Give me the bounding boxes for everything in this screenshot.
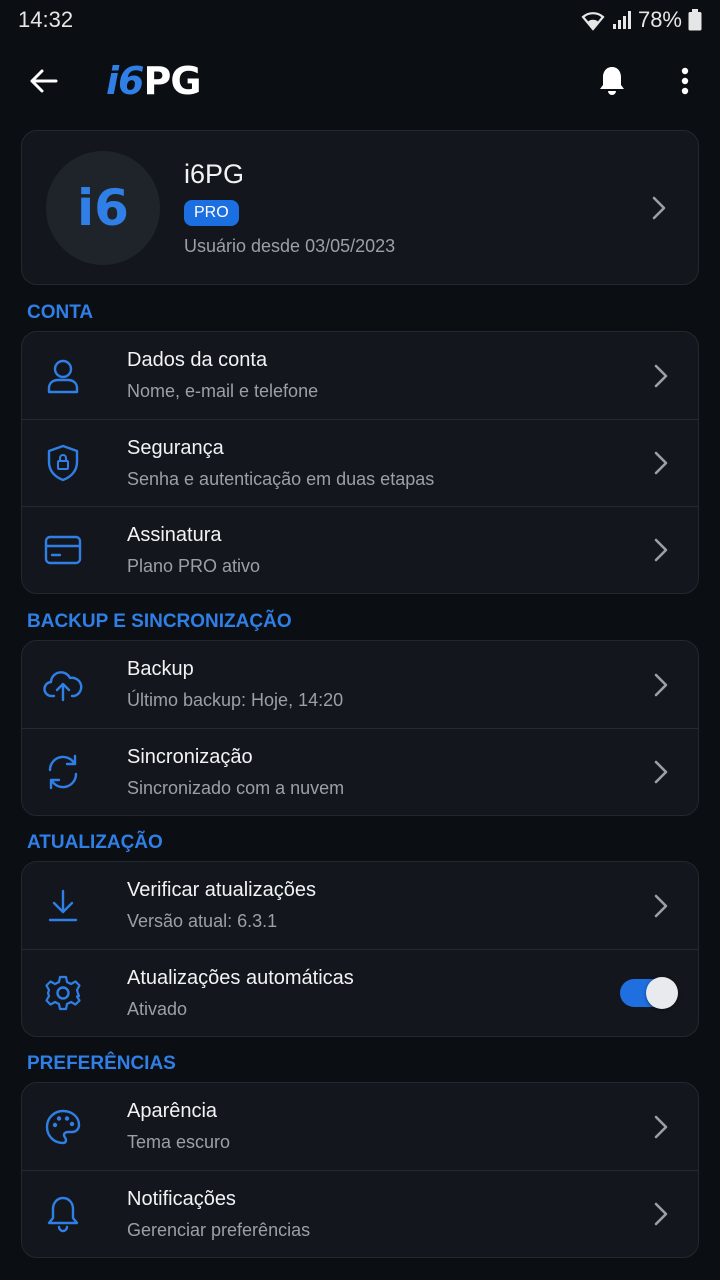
chevron-right-icon <box>646 757 676 787</box>
item-title: Assinatura <box>127 523 222 546</box>
item-subtitle: Último backup: Hoje, 14:20 <box>127 690 344 710</box>
chevron-right-icon <box>646 361 676 391</box>
chevron-right-icon <box>646 891 676 921</box>
chevron-right-icon <box>646 535 676 565</box>
item-subtitle: Gerenciar preferências <box>127 1219 311 1240</box>
wifi-icon <box>580 9 606 31</box>
section-title-atualizacao: ATUALIZAÇÃO <box>27 832 163 853</box>
chevron-right-icon <box>646 448 676 478</box>
list-item-notificacoes[interactable]: Notificações Gerenciar preferências <box>22 1170 698 1257</box>
profile-name: i6PG <box>184 158 245 189</box>
list-item-seguranca[interactable]: Segurança Senha e autenticação em duas e… <box>22 419 698 506</box>
app-bar: i6 PG <box>0 40 720 122</box>
toggle-knob <box>646 977 678 1009</box>
battery-percent: 78% <box>637 7 682 32</box>
chevron-right-icon <box>646 1112 676 1142</box>
status-time: 14:32 <box>18 7 74 32</box>
logo-part-pg: PG <box>143 59 201 103</box>
list-item-backup[interactable]: Backup Último backup: Hoje, 14:20 <box>22 641 698 728</box>
section-title-backup: BACKUP E SINCRONIZAÇÃO <box>27 611 292 632</box>
list-item-verificar-atualizacoes[interactable]: Verificar atualizações Versão atual: 6.3… <box>22 862 698 949</box>
conta-card: Dados da conta Nome, e-mail e telefone S… <box>21 331 699 594</box>
item-title: Sincronização <box>127 745 253 768</box>
status-bar: 14:32 78% <box>0 0 720 40</box>
list-item-sincronizacao[interactable]: Sincronização Sincronizado com a nuvem <box>22 728 698 815</box>
battery-icon <box>688 9 702 31</box>
palette-icon <box>42 1106 84 1148</box>
list-item-dados-da-conta[interactable]: Dados da conta Nome, e-mail e telefone <box>22 332 698 419</box>
chevron-right-icon <box>644 193 674 223</box>
chevron-right-icon <box>646 670 676 700</box>
app-logo: i6 PG <box>106 59 588 103</box>
shield-lock-icon <box>42 442 84 484</box>
download-icon <box>42 885 84 927</box>
avatar: i6 <box>46 150 160 265</box>
cloud-upload-icon <box>42 664 84 706</box>
list-item-atualizacoes-automaticas[interactable]: Atualizações automáticas Ativado <box>22 949 698 1036</box>
backup-card: Backup Último backup: Hoje, 14:20 Sincro… <box>21 640 699 816</box>
item-subtitle: Nome, e-mail e telefone <box>127 381 319 401</box>
bell-icon <box>42 1193 84 1235</box>
atualizacao-card: Verificar atualizações Versão atual: 6.3… <box>21 861 699 1037</box>
item-title: Notificações <box>127 1187 236 1210</box>
item-title: Aparência <box>127 1100 218 1122</box>
item-subtitle: Tema escuro <box>127 1132 231 1152</box>
logo-part-i6: i6 <box>106 59 144 103</box>
sync-icon <box>42 751 84 793</box>
back-arrow-icon[interactable] <box>20 57 68 105</box>
item-subtitle: Ativado <box>127 998 188 1019</box>
profile-card[interactable]: i6 i6PG PRO Usuário desde 03/05/2023 <box>21 130 699 285</box>
item-subtitle: Senha e autenticação em duas etapas <box>127 468 435 489</box>
item-subtitle: Sincronizado com a nuvem <box>127 777 345 798</box>
person-icon <box>42 355 84 397</box>
item-title: Backup <box>127 658 194 680</box>
pro-badge: PRO <box>184 199 239 226</box>
item-title: Dados da conta <box>127 349 268 371</box>
chevron-right-icon <box>646 1199 676 1229</box>
section-title-preferencias: PREFERÊNCIAS <box>27 1053 176 1074</box>
section-title-conta: CONTA <box>27 302 94 323</box>
item-title: Verificar atualizações <box>127 879 316 901</box>
list-item-aparencia[interactable]: Aparência Tema escuro <box>22 1083 698 1170</box>
preferencias-card: Aparência Tema escuro Notificações Geren… <box>21 1082 699 1258</box>
gear-icon <box>42 972 84 1014</box>
credit-card-icon <box>42 529 84 571</box>
auto-update-toggle[interactable] <box>620 977 678 1009</box>
item-title: Atualizações automáticas <box>127 966 354 989</box>
list-item-assinatura[interactable]: Assinatura Plano PRO ativo <box>22 506 698 593</box>
member-since: Usuário desde 03/05/2023 <box>184 235 396 256</box>
item-subtitle: Plano PRO ativo <box>127 555 261 576</box>
item-subtitle: Versão atual: 6.3.1 <box>127 911 278 931</box>
item-title: Segurança <box>127 436 224 459</box>
notification-bell-icon[interactable] <box>588 57 636 105</box>
more-options-icon[interactable] <box>670 57 700 105</box>
signal-icon <box>612 10 632 30</box>
